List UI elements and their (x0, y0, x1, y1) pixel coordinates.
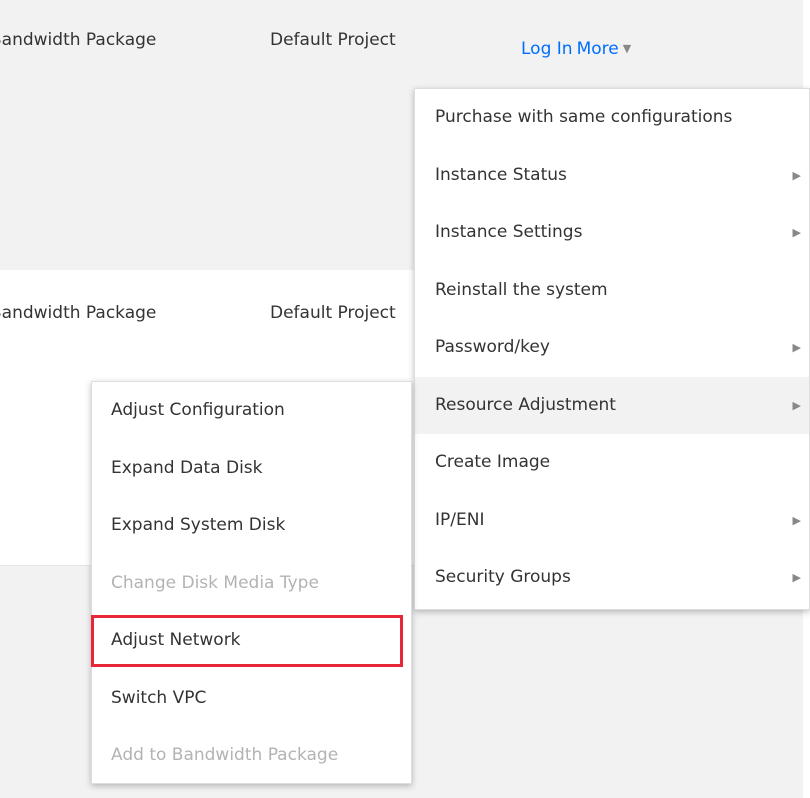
more-dropdown-menu: Purchase with same configurations Instan… (414, 88, 810, 610)
billing-cell-text: Bandwidth Package (0, 303, 157, 323)
menu-item-label: IP/ENI (435, 509, 485, 530)
more-dropdown[interactable]: More ▼ (577, 39, 632, 59)
submenu-item-expand-system-disk[interactable]: Expand System Disk (92, 497, 411, 555)
submenu-item-add-to-bandwidth-package: Add to Bandwidth Package (92, 727, 411, 785)
login-link[interactable]: Log In (521, 39, 573, 59)
submenu-item-label: Expand System Disk (111, 515, 286, 535)
resource-adjustment-submenu: Adjust Configuration Expand Data Disk Ex… (91, 381, 412, 784)
menu-item-label: Create Image (435, 452, 551, 472)
menu-item-instance-settings[interactable]: Instance Settings ▶ (415, 204, 809, 262)
menu-item-label: Instance Settings (435, 222, 583, 242)
submenu-item-label: Change Disk Media Type (111, 572, 319, 593)
operations-cell: Log In More ▼ (521, 39, 631, 59)
billing-cell-text: Bandwidth Package (0, 30, 157, 50)
project-cell: Default Project (270, 30, 396, 50)
submenu-item-label: Switch VPC (111, 687, 207, 708)
submenu-item-change-disk-media-type: Change Disk Media Type (92, 555, 411, 613)
menu-item-password-key[interactable]: Password/key ▶ (415, 319, 809, 377)
menu-item-label: Password/key (435, 337, 550, 357)
submenu-item-label: Add to Bandwidth Package (111, 745, 339, 765)
menu-item-label: Resource Adjustment (435, 394, 616, 415)
menu-item-label: Security Groups (435, 567, 571, 587)
menu-item-label: Reinstall the system (435, 279, 608, 300)
adjust-network-highlight (91, 615, 403, 667)
billing-cell: Bandwidth Package (0, 30, 200, 50)
chevron-right-icon: ▶ (792, 341, 801, 354)
chevron-right-icon: ▶ (792, 571, 801, 584)
menu-item-label: Purchase with same configurations (435, 107, 733, 127)
menu-item-ip-eni[interactable]: IP/ENI ▶ (415, 492, 809, 550)
menu-item-create-image[interactable]: Create Image (415, 434, 809, 492)
chevron-right-icon: ▶ (792, 513, 801, 527)
billing-cell: Bandwidth Package (0, 303, 200, 323)
project-cell: Default Project (270, 303, 396, 323)
more-label: More (576, 39, 619, 59)
submenu-item-label: Adjust Configuration (111, 400, 285, 420)
submenu-item-switch-vpc[interactable]: Switch VPC (92, 670, 411, 728)
menu-item-label: Instance Status (435, 164, 567, 185)
chevron-right-icon: ▶ (792, 398, 801, 412)
menu-item-resource-adjustment[interactable]: Resource Adjustment ▶ (415, 376, 809, 434)
caret-down-icon: ▼ (622, 42, 632, 55)
menu-item-security-groups[interactable]: Security Groups ▶ (415, 549, 809, 607)
menu-item-instance-status[interactable]: Instance Status ▶ (415, 147, 809, 205)
submenu-item-adjust-configuration[interactable]: Adjust Configuration (92, 382, 411, 440)
chevron-right-icon: ▶ (792, 168, 801, 182)
menu-item-reinstall-system[interactable]: Reinstall the system (415, 262, 809, 320)
chevron-right-icon: ▶ (792, 226, 801, 239)
menu-item-purchase-same-config[interactable]: Purchase with same configurations (415, 89, 809, 147)
submenu-item-expand-data-disk[interactable]: Expand Data Disk (92, 440, 411, 498)
submenu-item-label: Expand Data Disk (111, 457, 263, 478)
